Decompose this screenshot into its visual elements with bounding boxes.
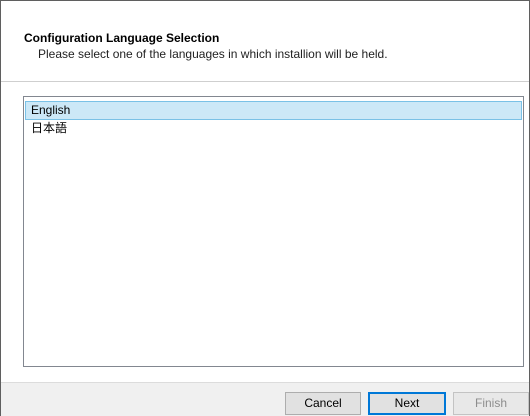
dialog-content: English 日本語 xyxy=(1,82,529,382)
page-description: Please select one of the languages in wh… xyxy=(38,47,388,61)
next-button[interactable]: Next xyxy=(368,392,446,415)
finish-button[interactable]: Finish xyxy=(453,392,529,415)
language-item-english[interactable]: English xyxy=(25,101,522,120)
dialog-footer: Cancel Next Finish xyxy=(1,382,529,416)
cancel-button[interactable]: Cancel xyxy=(285,392,361,415)
language-listbox[interactable]: English 日本語 xyxy=(23,96,524,367)
language-item-japanese[interactable]: 日本語 xyxy=(25,120,522,139)
page-title: Configuration Language Selection xyxy=(24,31,220,45)
language-selection-dialog: Configuration Language Selection Please … xyxy=(0,0,530,416)
dialog-header: Configuration Language Selection Please … xyxy=(1,1,529,82)
